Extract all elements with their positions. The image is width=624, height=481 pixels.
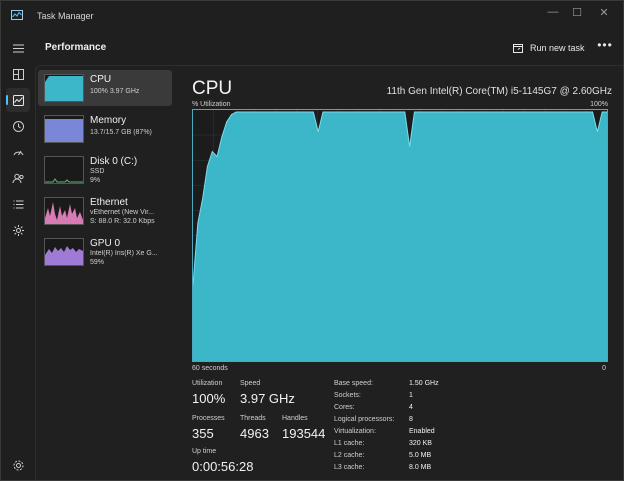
spec-value: 320 KB <box>409 440 432 447</box>
page-title: Performance <box>45 42 107 53</box>
device-throughput: S: 88.0 R: 32.0 Kbps <box>90 218 155 225</box>
spec-label: L3 cache: <box>334 464 365 471</box>
hamburger-menu-button[interactable] <box>6 36 30 60</box>
nav-performance[interactable] <box>6 88 30 112</box>
task-manager-window: Task Manager — ☐ ✕ Performance Run new t… <box>0 0 624 481</box>
utilization-label: Utilization <box>192 380 223 387</box>
processes-label: Processes <box>192 415 225 422</box>
speed-label: Speed <box>240 380 261 387</box>
page-header: Performance Run new task ••• <box>35 31 623 65</box>
ethernet-thumbnail-graph <box>44 197 84 225</box>
handles-label: Handles <box>282 415 308 422</box>
disk-thumbnail-graph <box>44 156 84 184</box>
chart-y-label: % Utilization <box>192 101 231 108</box>
run-task-icon <box>513 43 523 53</box>
cpu-detail-area: CPU 11th Gen Intel(R) Core(TM) i5-1145G7… <box>192 74 612 474</box>
device-detail: SSD <box>90 168 105 175</box>
performance-panel: CPU 100% 3.97 GHz Memory 13.7/15.7 GB (8… <box>35 65 623 480</box>
users-icon <box>12 173 24 183</box>
device-name: GPU 0 <box>90 238 121 249</box>
maximize-button[interactable]: ☐ <box>564 5 590 19</box>
spec-label: L1 cache: <box>334 440 365 447</box>
cpu-thumbnail-graph <box>44 74 84 102</box>
device-item-disk[interactable]: Disk 0 (C:) SSD 9% <box>38 152 172 188</box>
device-item-memory[interactable]: Memory 13.7/15.7 GB (87%) <box>38 111 172 147</box>
close-button[interactable]: ✕ <box>591 5 617 19</box>
device-usage: 9% <box>90 177 101 184</box>
utilization-value: 100% <box>192 391 226 406</box>
device-name: Disk 0 (C:) <box>90 156 138 167</box>
spec-label: Sockets: <box>334 392 361 399</box>
nav-services[interactable] <box>6 218 30 242</box>
uptime-label: Up time <box>192 448 217 455</box>
handles-value: 193544 <box>282 426 326 441</box>
nav-processes[interactable] <box>6 62 30 86</box>
spec-label: Logical processors: <box>334 416 395 423</box>
nav-startup-apps[interactable] <box>6 140 30 164</box>
spec-value: 4 <box>409 404 413 411</box>
startup-apps-icon <box>13 150 23 155</box>
hamburger-menu-icon <box>12 44 24 52</box>
device-name: CPU <box>90 74 112 85</box>
nav-users[interactable] <box>6 166 30 190</box>
settings-icon <box>13 460 23 470</box>
app-history-icon <box>12 120 24 132</box>
services-icon <box>12 224 24 236</box>
nav-app-history[interactable] <box>6 114 30 138</box>
minimize-button[interactable]: — <box>540 5 566 19</box>
device-detail: vEthernet (New Vir... <box>90 209 155 216</box>
spec-value: 8.0 MB <box>409 464 432 471</box>
task-manager-app-icon <box>11 10 23 20</box>
more-options-button[interactable]: ••• <box>596 39 614 55</box>
chart-x-end-label: 0 <box>602 365 606 372</box>
window-title: Task Manager <box>37 11 94 21</box>
device-detail: 13.7/15.7 GB (87%) <box>90 129 152 136</box>
spec-value: 1.50 GHz <box>409 380 439 387</box>
spec-label: Virtualization: <box>334 428 376 435</box>
chart-x-start-label: 60 seconds <box>192 365 228 372</box>
device-item-cpu[interactable]: CPU 100% 3.97 GHz <box>38 70 172 106</box>
spec-value: Enabled <box>409 428 435 435</box>
spec-label: Cores: <box>334 404 355 411</box>
nav-details[interactable] <box>6 192 30 216</box>
spec-label: Base speed: <box>334 380 373 387</box>
memory-thumbnail-graph <box>44 115 84 143</box>
cpu-model-name: 11th Gen Intel(R) Core(TM) i5-1145G7 @ 2… <box>386 86 612 97</box>
cpu-utilization-area <box>193 112 607 361</box>
device-usage: 59% <box>90 259 105 266</box>
performance-icon <box>12 94 24 106</box>
run-new-task-button[interactable]: Run new task <box>513 40 585 56</box>
navigation-rail <box>1 31 35 480</box>
chart-y-max-label: 100% <box>590 101 608 108</box>
uptime-value: 0:00:56:28 <box>192 459 254 474</box>
spec-value: 1 <box>409 392 413 399</box>
device-name: Ethernet <box>90 197 128 208</box>
spec-value: 5.0 MB <box>409 452 432 459</box>
nav-settings[interactable] <box>6 453 30 477</box>
device-item-ethernet[interactable]: Ethernet vEthernet (New Vir... S: 88.0 R… <box>38 193 172 229</box>
cpu-utilization-plot <box>193 110 607 361</box>
details-icon <box>13 200 23 208</box>
threads-label: Threads <box>240 415 266 422</box>
processes-icon <box>12 68 24 80</box>
gpu-thumbnail-graph <box>44 238 84 266</box>
spec-label: L2 cache: <box>334 452 365 459</box>
cpu-heading: CPU <box>192 78 233 99</box>
title-bar[interactable]: Task Manager — ☐ ✕ <box>1 1 623 31</box>
device-detail: 100% 3.97 GHz <box>90 88 140 95</box>
speed-value: 3.97 GHz <box>240 391 295 406</box>
threads-value: 4963 <box>240 426 269 441</box>
device-item-gpu[interactable]: GPU 0 Intel(R) Iris(R) Xe G... 59% <box>38 234 172 270</box>
processes-value: 355 <box>192 426 214 441</box>
device-detail: Intel(R) Iris(R) Xe G... <box>90 250 158 257</box>
cpu-utilization-chart <box>192 109 608 362</box>
run-new-task-label: Run new task <box>530 43 585 53</box>
spec-value: 8 <box>409 416 413 423</box>
device-name: Memory <box>90 115 127 126</box>
